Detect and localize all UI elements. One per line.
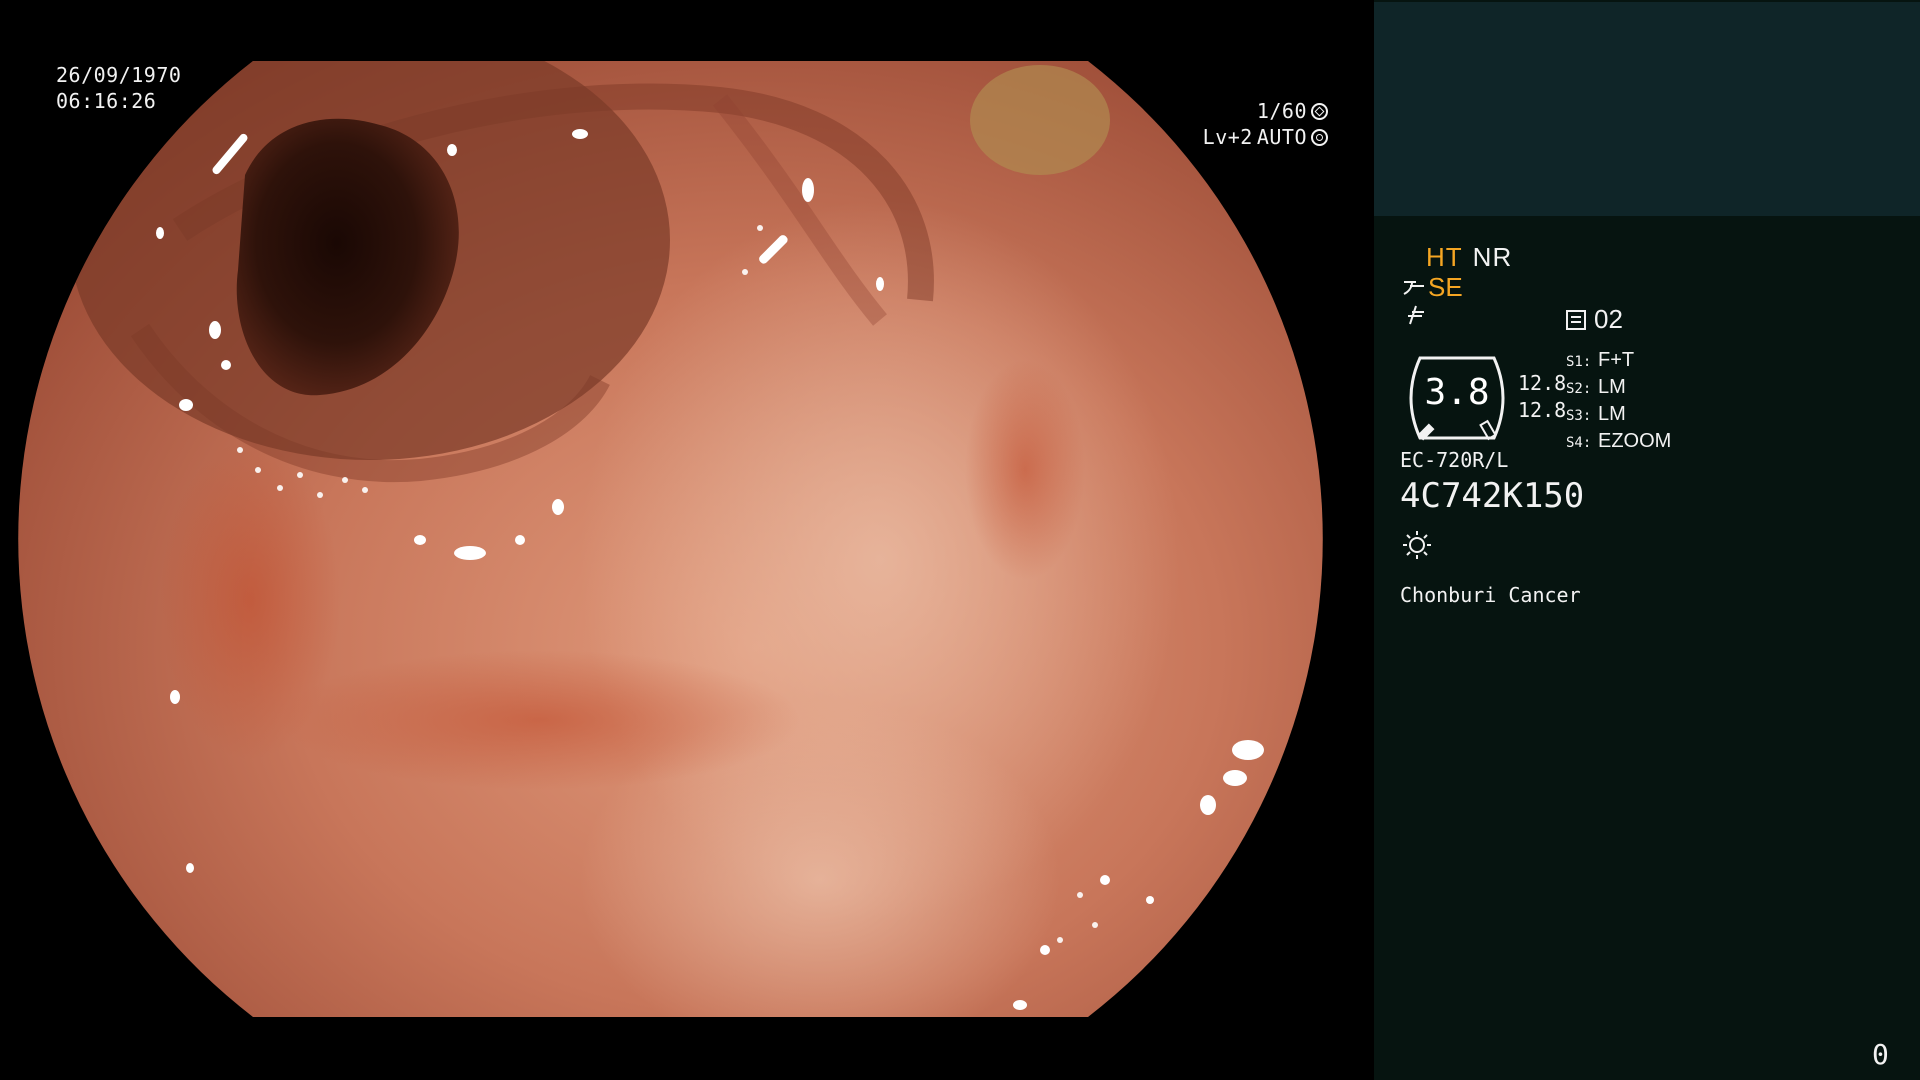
structure-enhance-row: SE [1402,272,1463,303]
gauge-lower: 12.8 [1518,398,1567,422]
endoscopic-image [18,61,1323,1017]
nr-mode: NR [1472,242,1513,272]
gauge-upper: 12.8 [1518,371,1567,395]
memory-row: 02 [1566,304,1623,335]
exam-date: 26/09/1970 [56,63,182,87]
memory-count: 02 [1594,304,1623,334]
memo-icon [1566,309,1586,330]
scope-serial: 4C742K150 [1400,476,1585,516]
switch-value: F+T [1598,349,1635,371]
image-counter: 0 [1872,1038,1889,1071]
light-icon [1403,531,1431,559]
switch-row-4: S4: EZOOM [1566,429,1671,456]
endoscopy-view: 26/09/1970 06:16:26 1/60 Lv+2 AUTO [0,0,1374,1080]
switch-row-1: S1: F+T [1566,348,1671,375]
shutter-speed: 1/60 [1256,99,1307,123]
institution-name: Chonburi Cancer [1400,583,1581,607]
info-panel: HT NR SE 02 3.8 12.8 12.8 S1: F+T S2: LM [1374,0,1920,1080]
exam-time: 06:16:26 [56,89,157,113]
switch-value: LM [1598,376,1626,398]
image-mode-row: HT NR [1426,242,1522,273]
patient-info-area [1374,2,1920,216]
switch-key: S2: [1566,381,1592,397]
ht-mode: HT [1426,242,1463,272]
switch-key: S4: [1566,435,1592,451]
switch-key: S1: [1566,354,1592,370]
enhance-icon [1403,280,1424,295]
switch-row-2: S2: LM [1566,375,1671,402]
zoom-value: 3.8 [1424,372,1490,413]
se-mode: SE [1428,272,1463,302]
iris-mode: AUTO [1256,125,1307,149]
brightness-level: Lv+2 [1202,125,1253,149]
date-time-overlay: 26/09/1970 06:16:26 [56,62,181,114]
switch-value: LM [1598,403,1626,425]
camera-settings-overlay: 1/60 Lv+2 AUTO [1203,98,1328,150]
shutter-icon [1311,102,1328,120]
color-enhance-icon [1404,302,1426,333]
switch-key: S3: [1566,408,1592,424]
switch-value: EZOOM [1598,430,1672,452]
scope-switch-settings: S1: F+T S2: LM S3: LM S4: EZOOM [1566,348,1671,456]
switch-row-3: S3: LM [1566,402,1671,429]
iris-icon [1311,128,1328,146]
scope-model: EC-720R/L [1400,448,1509,472]
gauge-scale: 12.8 12.8 [1518,370,1566,424]
